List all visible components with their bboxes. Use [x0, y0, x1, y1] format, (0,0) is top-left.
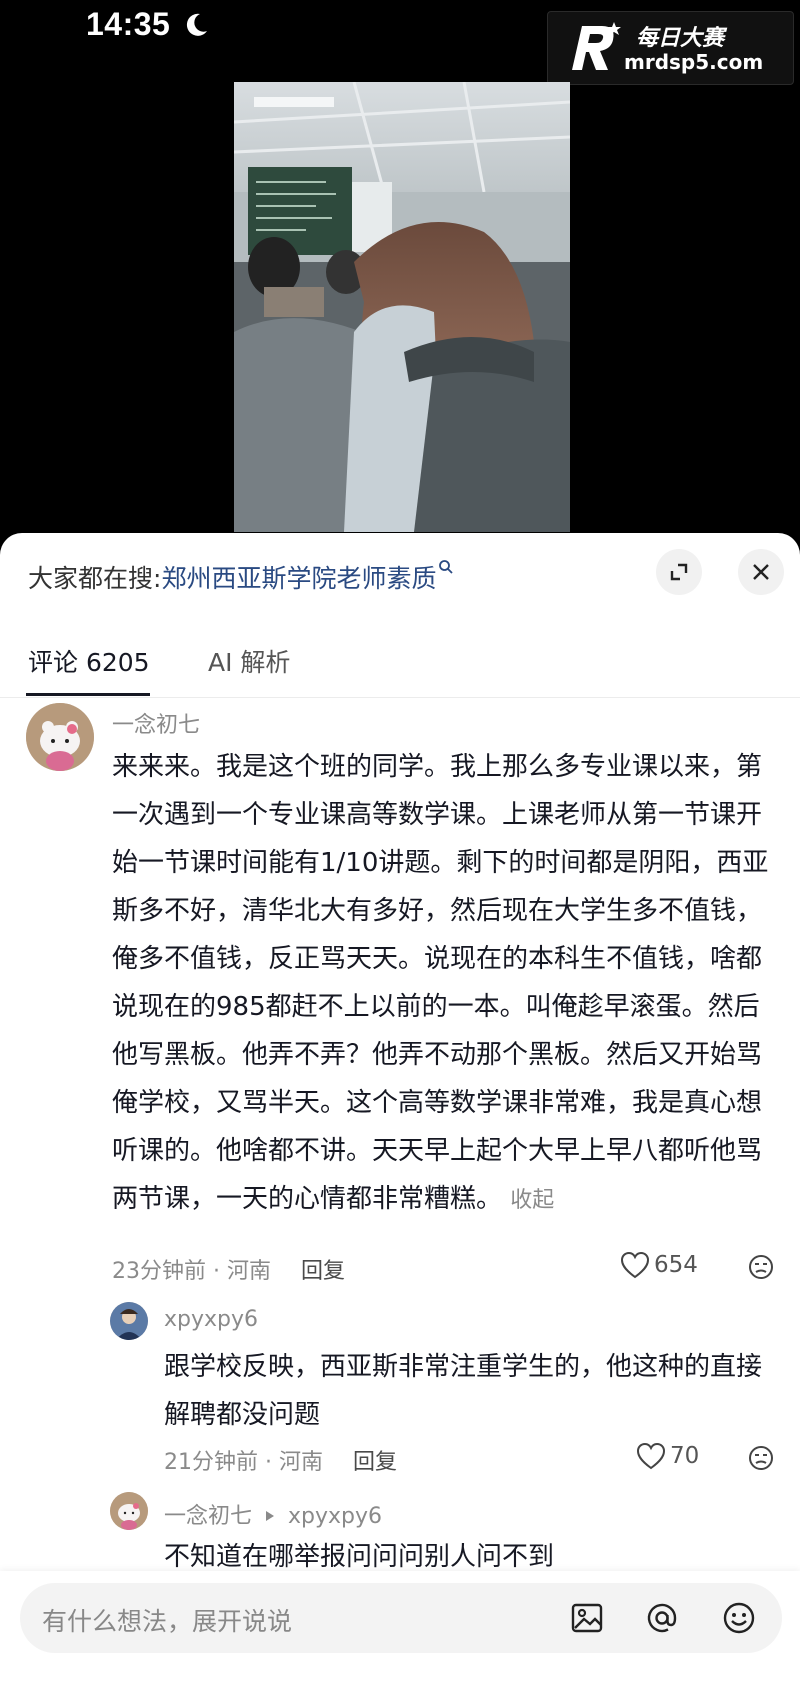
watermark-logo: 每日大赛 mrdsp5.com [547, 11, 794, 85]
user-avatar-icon [110, 1302, 148, 1340]
tab-ai-analysis[interactable]: AI 解析 [208, 643, 290, 679]
avatar[interactable] [110, 1302, 148, 1340]
avatar[interactable] [110, 1492, 148, 1530]
comment-username[interactable]: 一念初七 [112, 707, 200, 739]
reply-username[interactable]: xpyxpy6 [164, 1307, 258, 1332]
watermark-brand: 每日大赛 [636, 26, 725, 51]
reply-username: 一念初七 xpyxpy6 [164, 1498, 382, 1530]
like-count: 654 [654, 1252, 698, 1278]
search-suggestion[interactable]: 大家都在搜:郑州西亚斯学院老师素质 [28, 559, 454, 595]
like-button[interactable]: 654 [620, 1251, 698, 1279]
expand-button[interactable] [656, 549, 702, 595]
reply-meta: 21分钟前 · 河南 回复 [164, 1444, 397, 1476]
comments-panel: 大家都在搜:郑州西亚斯学院老师素质 评论 6205 AI 解析 一念初七 来来来… [0, 533, 800, 1698]
reply-time-location: 21分钟前 · 河南 [164, 1450, 323, 1475]
status-time: 14:35 [86, 6, 171, 42]
watermark-url: mrdsp5.com [624, 50, 764, 74]
heart-icon [636, 1442, 666, 1470]
comment-input-placeholder: 有什么想法，展开说说 [42, 1607, 293, 1636]
dislike-icon[interactable] [748, 1445, 774, 1471]
video-frame[interactable] [234, 82, 570, 532]
reply-text: 跟学校反映，西亚斯非常注重学生的，他这种的直接解聘都没问题 [164, 1352, 763, 1430]
hello-kitty-avatar-icon [26, 703, 94, 771]
divider [0, 697, 800, 698]
search-prefix: 大家都在搜: [28, 564, 162, 593]
comment-time-location: 23分钟前 · 河南 [112, 1259, 271, 1284]
brand-logo-icon [572, 22, 621, 70]
close-icon [753, 564, 769, 580]
tab-comments[interactable]: 评论 6205 [28, 643, 150, 679]
classroom-photo [234, 82, 570, 532]
collapse-link[interactable]: 收起 [510, 1188, 554, 1213]
search-term-link[interactable]: 郑州西亚斯学院老师素质 [161, 564, 436, 593]
reply-arrow-icon [266, 1511, 275, 1521]
comment-text: 来来来。我是这个班的同学。我上那么多专业课以来，第一次遇到一个专业课高等数学课。… [112, 743, 780, 1225]
heart-icon [620, 1251, 650, 1279]
image-icon[interactable] [570, 1601, 604, 1635]
comment-input[interactable]: 有什么想法，展开说说 [20, 1583, 782, 1653]
search-icon [439, 560, 454, 574]
expand-icon [670, 563, 688, 581]
active-tab-indicator [26, 693, 150, 696]
hello-kitty-avatar-icon [110, 1492, 148, 1530]
reply-author[interactable]: 一念初七 [164, 1504, 252, 1529]
reply-button[interactable]: 回复 [353, 1450, 397, 1475]
comment-body: 来来来。我是这个班的同学。我上那么多专业课以来，第一次遇到一个专业课高等数学课。… [112, 752, 769, 1214]
dislike-icon[interactable] [748, 1254, 774, 1280]
reply-target[interactable]: xpyxpy6 [288, 1504, 382, 1529]
at-icon[interactable] [645, 1601, 679, 1635]
like-count: 70 [670, 1443, 700, 1469]
moon-icon [186, 13, 207, 36]
comment-meta: 23分钟前 · 河南 回复 [112, 1253, 345, 1285]
emoji-icon[interactable] [722, 1601, 756, 1635]
close-button[interactable] [738, 549, 784, 595]
avatar[interactable] [26, 703, 94, 771]
reply-button[interactable]: 回复 [301, 1259, 345, 1284]
like-button[interactable]: 70 [636, 1442, 699, 1470]
